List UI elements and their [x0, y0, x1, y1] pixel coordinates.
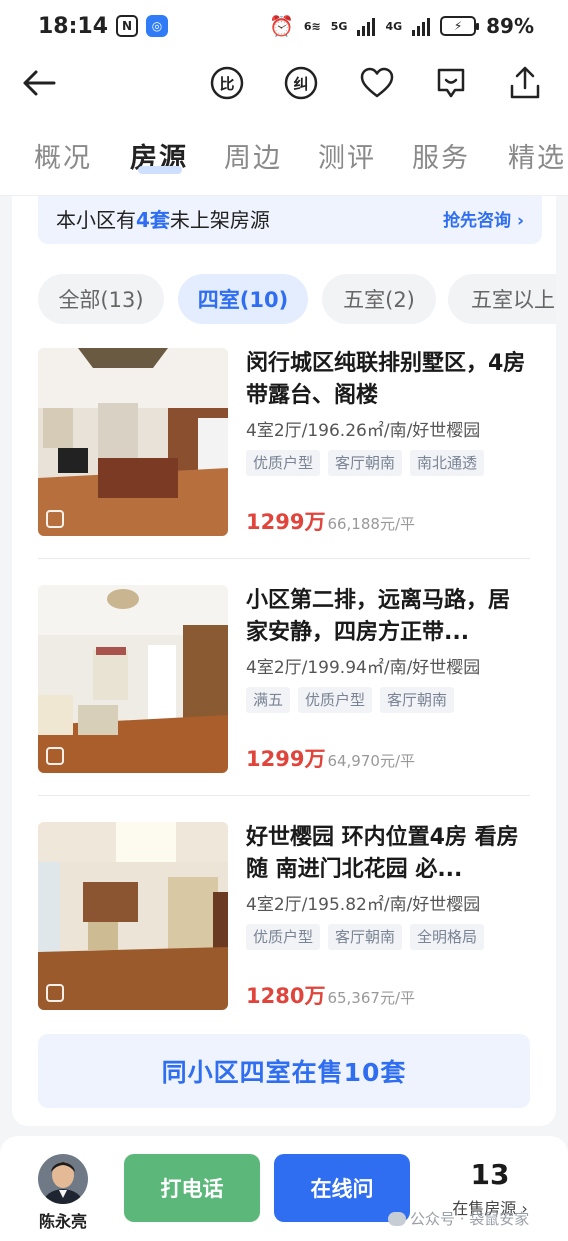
- listing-title: 闵行城区纯联排别墅区，4房带露台、阁楼: [246, 351, 526, 408]
- signal-5g-label: 5G: [330, 19, 348, 33]
- listing-price: 1280万: [246, 984, 326, 1008]
- battery-icon: ⚡: [440, 16, 480, 36]
- filter-four-rooms[interactable]: 四室(10): [178, 274, 308, 324]
- unlisted-count: 4套: [136, 208, 170, 232]
- tab-review[interactable]: 测评: [318, 136, 376, 175]
- call-button[interactable]: 打电话: [124, 1154, 260, 1222]
- listing-tag: 优质户型: [246, 924, 321, 950]
- back-arrow-icon[interactable]: [20, 64, 58, 102]
- listing-photo: [38, 348, 228, 536]
- tab-overview[interactable]: 概况: [34, 136, 92, 175]
- listing-tag: 优质户型: [246, 450, 321, 476]
- listing-item[interactable]: 闵行城区纯联排别墅区，4房带露台、阁楼 4室2厅/196.26㎡/南/好世樱园 …: [38, 348, 530, 536]
- listing-tag: 南北通透: [410, 450, 485, 476]
- compare-icon[interactable]: 比: [208, 64, 246, 102]
- tab-featured[interactable]: 精选: [508, 136, 566, 175]
- listing-meta: 4室2厅/199.94㎡/南/好世樱园: [246, 658, 481, 678]
- agent-profile[interactable]: 陈永亮: [36, 1154, 90, 1232]
- listing-item[interactable]: 小区第二排，远离马路，居家安静，四房方正带... 4室2厅/199.94㎡/南/…: [38, 585, 530, 773]
- listing-tag: 优质户型: [298, 687, 373, 713]
- listing-photo: [38, 585, 228, 773]
- listing-title: 好世樱园 环内位置4房 看房随 南进门北花园 必...: [246, 825, 519, 882]
- divider: [38, 795, 530, 796]
- status-time: 18:14: [38, 13, 109, 39]
- nfc-icon: N: [116, 15, 139, 37]
- app-notification-icon: ◎: [146, 15, 169, 37]
- share-icon[interactable]: [506, 64, 544, 102]
- listing-tag: 满五: [246, 687, 291, 713]
- room-filter-chips: 全部(13) 四室(10) 五室(2) 五室以上: [38, 274, 556, 324]
- status-bar: 18:14 N ◎ ⏰ 6≋ 5G 4G ⚡ 89%: [0, 0, 568, 52]
- view-more-listings-button[interactable]: 同小区四室在售10套: [38, 1034, 530, 1108]
- tab-surroundings[interactable]: 周边: [224, 136, 282, 175]
- on-sale-count: 13: [470, 1158, 510, 1191]
- top-nav: 比 纠: [0, 52, 568, 114]
- listing-unit-price: 65,367元/平: [327, 989, 415, 1007]
- vr-icon: [46, 984, 64, 1002]
- filter-five-rooms[interactable]: 五室(2): [322, 274, 436, 324]
- consult-link[interactable]: 抢先咨询 ›: [443, 206, 524, 231]
- listing-tags: 优质户型 客厅朝南 全明格局: [246, 924, 530, 950]
- battery-level: 89%: [486, 14, 534, 38]
- listing-tag: 客厅朝南: [380, 687, 455, 713]
- section-tabs: 概况 房源 周边 测评 服务 精选: [0, 114, 568, 196]
- wechat-icon: [388, 1211, 406, 1226]
- agent-name: 陈永亮: [38, 1212, 87, 1231]
- listing-tag: 客厅朝南: [328, 450, 403, 476]
- unlisted-banner: 本小区有4套未上架房源 抢先咨询 ›: [38, 196, 542, 244]
- tab-services[interactable]: 服务: [412, 136, 470, 175]
- listing-unit-price: 64,970元/平: [327, 752, 415, 770]
- listing-photo: [38, 822, 228, 1010]
- avatar: [38, 1154, 88, 1204]
- vr-icon: [46, 747, 64, 765]
- active-tab-indicator: [138, 166, 182, 174]
- filter-five-plus[interactable]: 五室以上: [448, 274, 556, 324]
- listing-meta: 4室2厅/195.82㎡/南/好世樱园: [246, 895, 481, 915]
- listing-price: 1299万: [246, 510, 326, 534]
- vr-icon: [46, 510, 64, 528]
- signal-4g-label: 4G: [385, 19, 403, 33]
- favorite-heart-icon[interactable]: [358, 64, 396, 102]
- signal-icon: [357, 16, 376, 36]
- listing-tags: 满五 优质户型 客厅朝南: [246, 687, 530, 713]
- listing-item[interactable]: 好世樱园 环内位置4房 看房随 南进门北花园 必... 4室2厅/195.82㎡…: [38, 822, 530, 1010]
- listings-card: 本小区有4套未上架房源 抢先咨询 › 全部(13) 四室(10) 五室(2) 五…: [12, 196, 556, 1126]
- listing-price: 1299万: [246, 747, 326, 771]
- report-error-icon[interactable]: 纠: [282, 64, 320, 102]
- wifi-icon: 6≋: [303, 19, 321, 33]
- divider: [38, 558, 530, 559]
- alarm-icon: ⏰: [268, 14, 294, 38]
- listing-title: 小区第二排，远离马路，居家安静，四房方正带...: [246, 588, 511, 645]
- message-icon[interactable]: [432, 64, 470, 102]
- signal-icon-2: [412, 16, 431, 36]
- listing-tag: 客厅朝南: [328, 924, 403, 950]
- listing-tag: 全明格局: [410, 924, 485, 950]
- listing-tags: 优质户型 客厅朝南 南北通透: [246, 450, 530, 476]
- filter-all[interactable]: 全部(13): [38, 274, 164, 324]
- listing-unit-price: 66,188元/平: [327, 515, 415, 533]
- listing-meta: 4室2厅/196.26㎡/南/好世樱园: [246, 421, 481, 441]
- watermark: 公众号 · 袋鼠安家: [388, 1208, 529, 1229]
